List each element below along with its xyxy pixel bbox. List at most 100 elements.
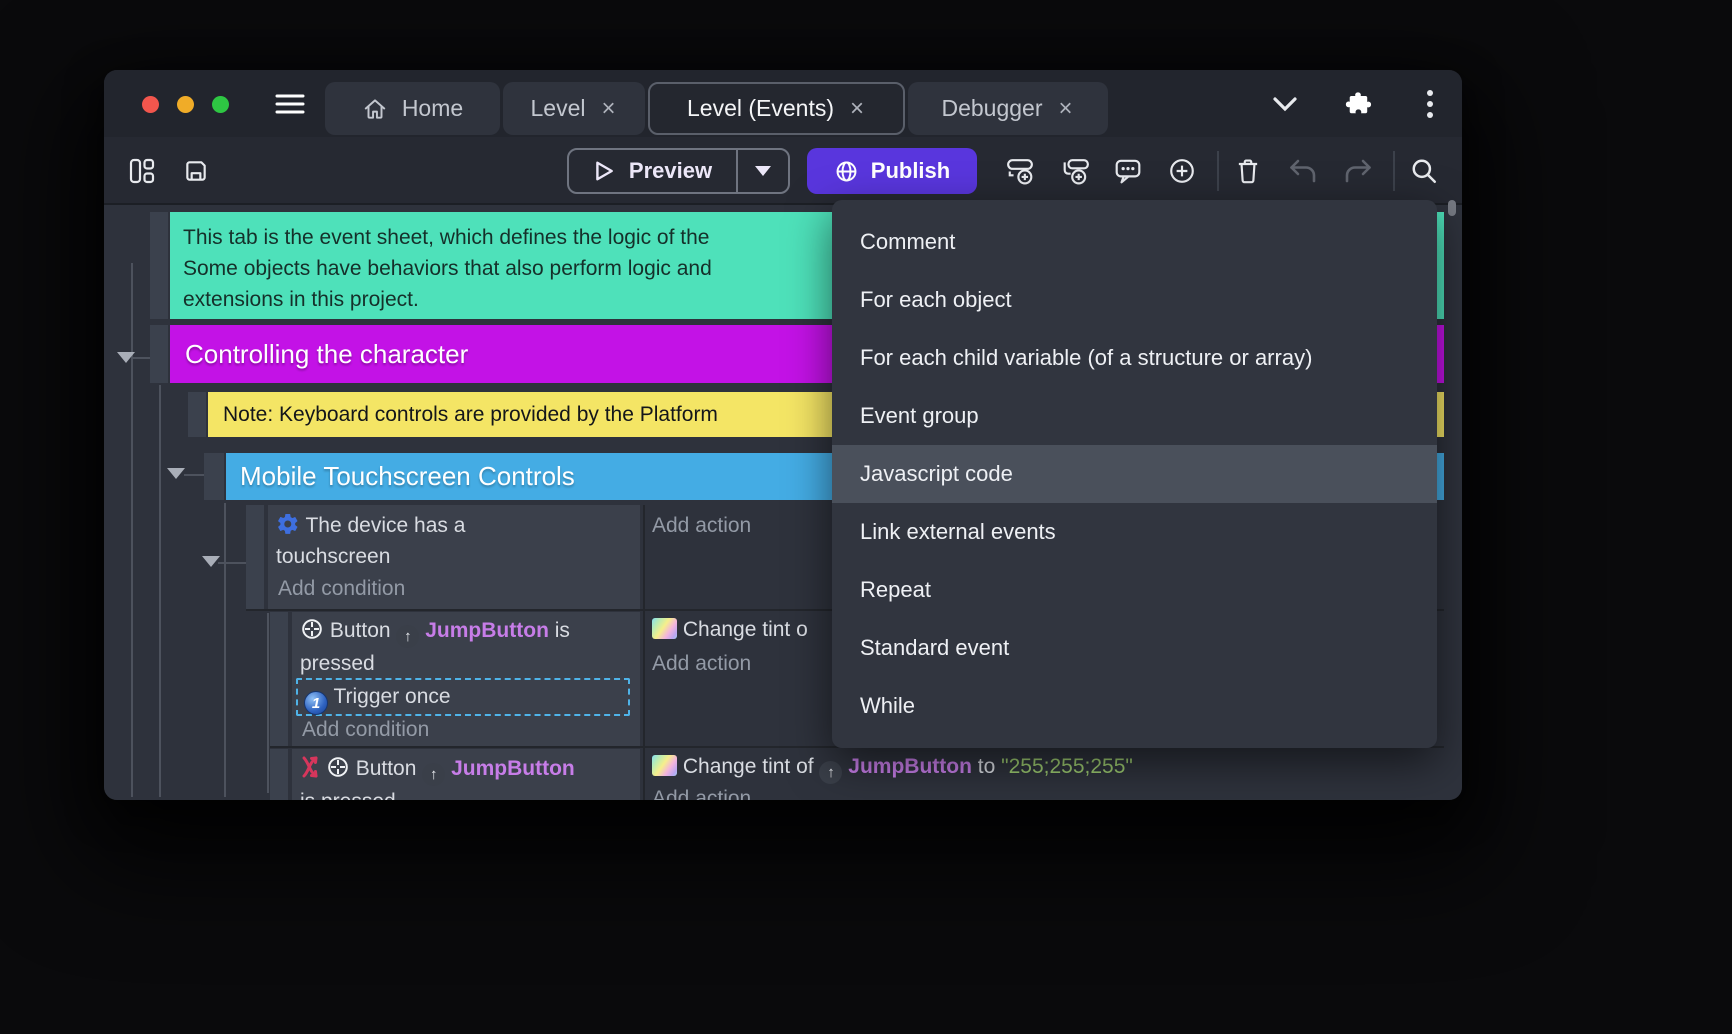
add-event-button[interactable]	[998, 149, 1042, 193]
jumpbutton-object-icon: ↑	[819, 761, 842, 784]
zoom-window-button[interactable]	[212, 96, 229, 113]
tab-label: Home	[402, 95, 463, 122]
preview-options-button[interactable]	[736, 150, 788, 192]
layout-panels-icon	[129, 158, 155, 184]
add-action-link[interactable]: Add action	[652, 783, 751, 800]
menu-item-for-each-object[interactable]: For each object	[832, 271, 1437, 329]
event-margin[interactable]	[270, 612, 288, 746]
menu-item-comment[interactable]: Comment	[832, 213, 1437, 271]
vertical-scrollbar-thumb[interactable]	[1448, 200, 1456, 216]
sub-condition-text: Trigger once	[333, 685, 450, 708]
event-condition-cell[interactable]: Button ↑ JumpButton is pressed 1 Trigger…	[292, 612, 640, 746]
tab-label: Level (Events)	[687, 95, 834, 122]
add-action-link[interactable]: Add action	[652, 510, 751, 541]
note-margin[interactable]	[188, 392, 206, 437]
group-title: Controlling the character	[185, 339, 468, 369]
tab-home[interactable]: Home	[325, 82, 500, 135]
main-menu-button[interactable]	[270, 84, 310, 124]
close-tab-icon[interactable]: ×	[599, 97, 617, 121]
system-gear-icon	[276, 512, 300, 536]
event-condition-cell[interactable]: Button ↑ JumpButton is pressed	[292, 749, 640, 800]
action-text[interactable]: Change tint o	[683, 618, 808, 641]
action-object-name: JumpButton	[848, 755, 972, 778]
collapse-event-icon[interactable]	[202, 556, 220, 567]
puzzle-piece-icon	[1344, 90, 1372, 118]
gamepad-icon	[300, 617, 324, 641]
trash-icon	[1235, 157, 1261, 185]
window-menu-button[interactable]	[1410, 84, 1450, 124]
tint-color-icon	[652, 755, 677, 776]
event-margin[interactable]	[246, 505, 264, 609]
undo-icon	[1288, 158, 1318, 184]
close-tab-icon[interactable]: ×	[848, 97, 866, 121]
menu-item-event-group[interactable]: Event group	[832, 387, 1437, 445]
tab-debugger[interactable]: Debugger ×	[908, 82, 1108, 135]
menu-item-for-each-child-variable-of-a-structure-or-array[interactable]: For each child variable (of a structure …	[832, 329, 1437, 387]
redo-icon	[1343, 158, 1373, 184]
trigger-once-icon: 1	[304, 691, 328, 715]
close-tab-icon[interactable]: ×	[1057, 97, 1075, 121]
undo-button[interactable]	[1281, 149, 1325, 193]
jumpbutton-object-icon: ↑	[422, 763, 445, 786]
add-comment-button[interactable]	[1106, 149, 1150, 193]
tree-line	[267, 613, 269, 793]
collapse-group-icon[interactable]	[117, 352, 135, 363]
hamburger-icon	[275, 93, 305, 115]
titlebar: Home Level × Level (Events) × Debugger ×	[104, 70, 1462, 137]
condition-object-type: Button	[330, 619, 391, 642]
minimize-window-button[interactable]	[177, 96, 194, 113]
tab-label: Level	[531, 95, 586, 122]
tree-line	[184, 474, 206, 476]
toolbar: Preview Publish	[104, 137, 1462, 205]
event-condition-cell[interactable]: The device has a touchscreen Add conditi…	[268, 505, 640, 609]
tab-level-events[interactable]: Level (Events) ×	[648, 82, 905, 135]
kebab-menu-icon	[1426, 88, 1434, 120]
menu-item-javascript-code[interactable]: Javascript code	[832, 445, 1437, 503]
save-button[interactable]	[174, 149, 218, 193]
tree-line	[224, 503, 226, 797]
comment-margin[interactable]	[150, 212, 168, 319]
publish-button[interactable]: Publish	[807, 148, 977, 194]
delete-button[interactable]	[1226, 149, 1270, 193]
subgroup-title: Mobile Touchscreen Controls	[240, 461, 575, 491]
condition-object-name: JumpButton	[451, 757, 575, 780]
add-condition-link[interactable]: Add condition	[302, 714, 429, 745]
add-action-link[interactable]: Add action	[652, 648, 751, 679]
add-subevent-button[interactable]	[1054, 149, 1098, 193]
context-menu: CommentFor each objectFor each child var…	[832, 200, 1437, 748]
jumpbutton-object-icon: ↑	[396, 625, 419, 648]
search-icon	[1410, 157, 1438, 185]
addons-button[interactable]	[1338, 84, 1378, 124]
add-condition-link[interactable]: Add condition	[278, 573, 405, 604]
action-prefix[interactable]: Change tint of	[683, 755, 814, 778]
menu-item-while[interactable]: While	[832, 677, 1437, 735]
globe-icon	[834, 159, 859, 184]
menu-item-link-external-events[interactable]: Link external events	[832, 503, 1437, 561]
event-margin[interactable]	[270, 749, 288, 800]
tab-list-dropdown-button[interactable]	[1265, 84, 1305, 124]
add-object-button[interactable]	[1160, 149, 1204, 193]
search-button[interactable]	[1402, 149, 1446, 193]
preview-button[interactable]: Preview	[569, 150, 736, 192]
menu-item-repeat[interactable]: Repeat	[832, 561, 1437, 619]
menu-item-standard-event[interactable]: Standard event	[832, 619, 1437, 677]
tree-line	[131, 263, 133, 797]
tab-level[interactable]: Level ×	[503, 82, 645, 135]
close-window-button[interactable]	[142, 96, 159, 113]
tab-label: Debugger	[941, 95, 1042, 122]
condition-object-type: Button	[356, 757, 417, 780]
app-window: Home Level × Level (Events) × Debugger ×	[104, 70, 1462, 800]
plus-circle-icon	[1168, 157, 1196, 185]
desktop-background: Home Level × Level (Events) × Debugger ×	[0, 0, 1732, 1034]
condition-action-divider	[643, 505, 645, 800]
subgroup-margin[interactable]	[204, 453, 224, 500]
redo-button[interactable]	[1336, 149, 1380, 193]
group-margin[interactable]	[150, 325, 168, 383]
selected-condition[interactable]: 1 Trigger once	[296, 678, 630, 716]
tree-line	[159, 385, 161, 797]
layout-panels-button[interactable]	[120, 149, 164, 193]
tree-line	[218, 562, 246, 564]
inverted-condition-icon	[300, 755, 320, 779]
collapse-subgroup-icon[interactable]	[167, 468, 185, 479]
condition-text: The device has a touchscreen	[276, 514, 465, 568]
